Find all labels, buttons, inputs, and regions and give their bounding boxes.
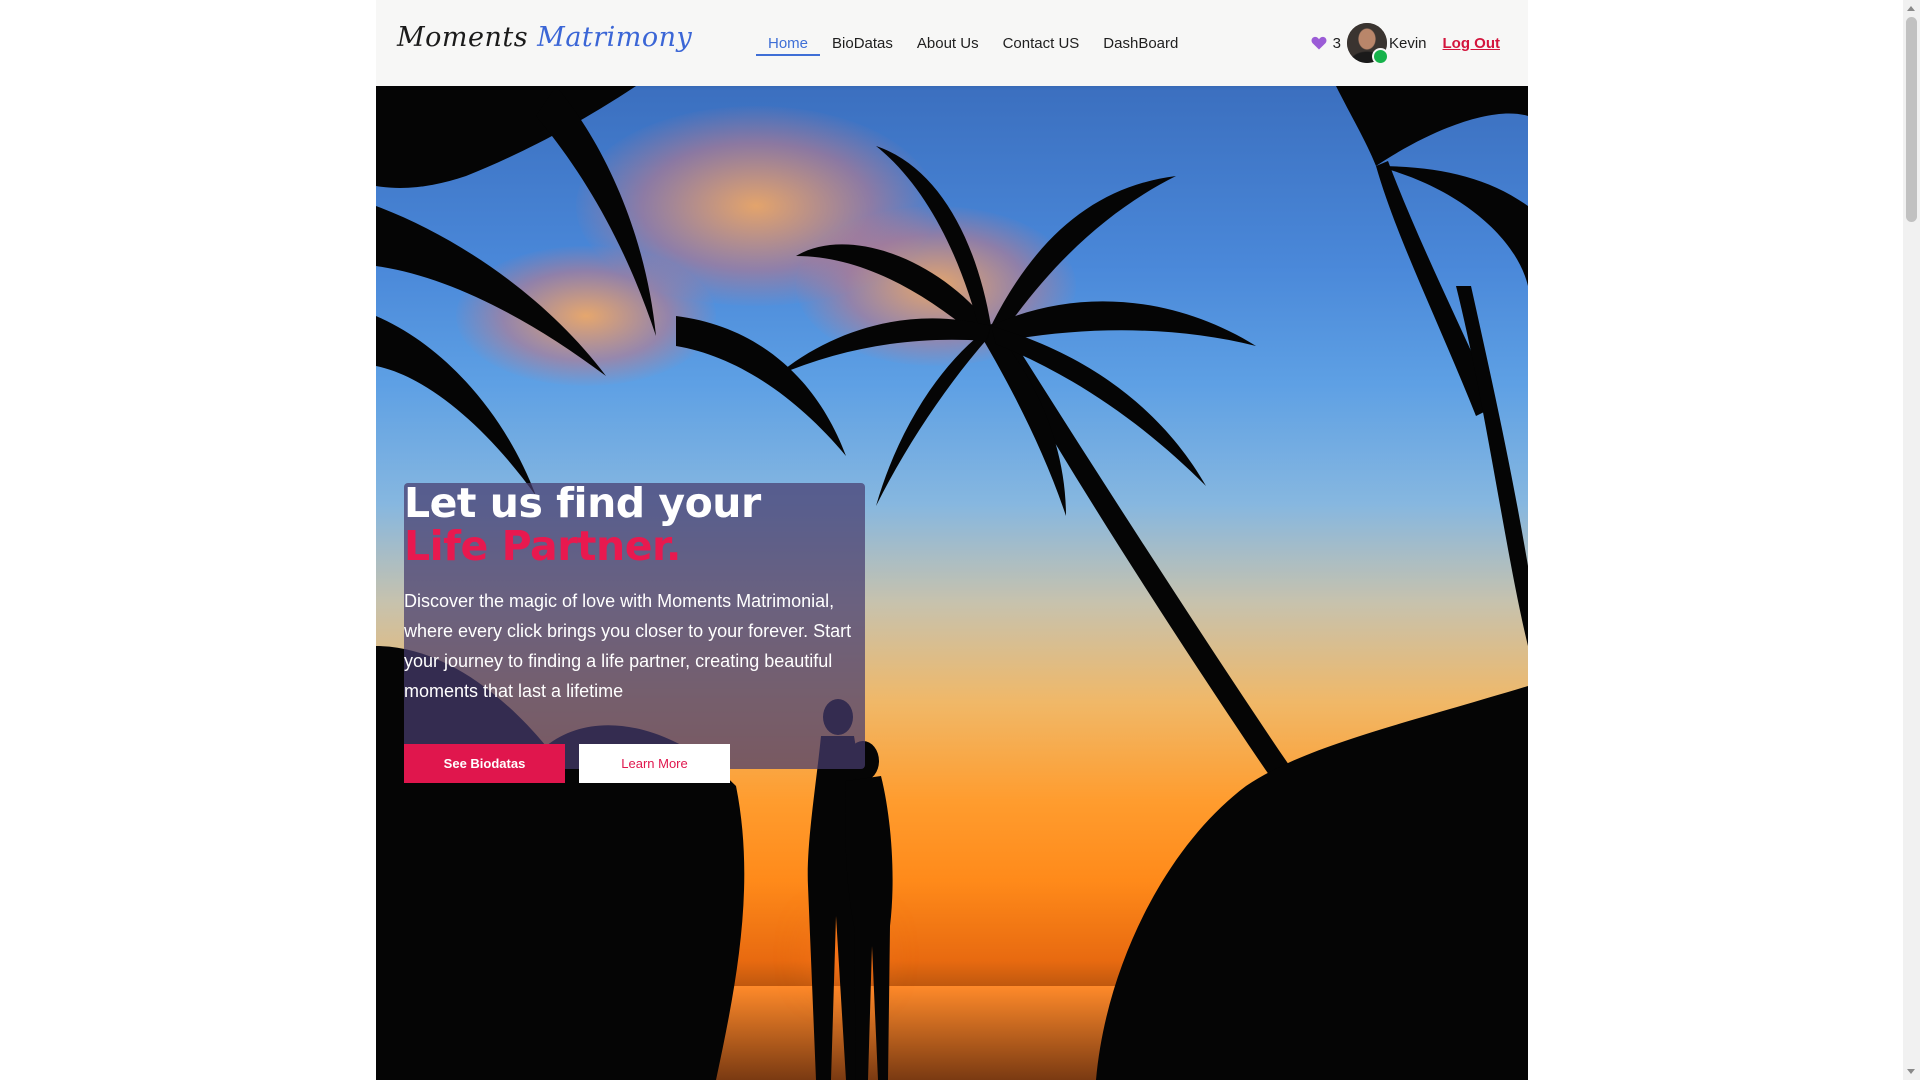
- hero-banner: Let us find your Life Partner. Discover …: [376, 86, 1528, 1080]
- main-nav: Home BioDatas About Us Contact US DashBo…: [756, 0, 1190, 86]
- username: Kevin: [1388, 34, 1427, 52]
- page: Moments Matrimony Home BioDatas About Us…: [376, 0, 1528, 1080]
- see-biodatas-button[interactable]: See Biodatas: [404, 744, 565, 783]
- online-status-dot: [1371, 48, 1389, 65]
- heart-icon: [1311, 36, 1327, 50]
- logo-text-part2: Matrimony: [537, 22, 693, 53]
- nav-link-biodatas[interactable]: BioDatas: [820, 0, 905, 86]
- hero-title: Let us find your Life Partner.: [404, 482, 874, 568]
- logout-link[interactable]: Log Out: [1443, 35, 1500, 52]
- favorites-indicator[interactable]: 3: [1311, 35, 1341, 52]
- nav-link-contact-us[interactable]: Contact US: [991, 0, 1092, 86]
- site-logo[interactable]: Moments Matrimony: [397, 22, 692, 53]
- hero-title-line2: Life Partner.: [404, 522, 681, 570]
- hero-buttons: See Biodatas Learn More: [404, 744, 874, 783]
- page-scrollbar[interactable]: [1903, 0, 1920, 1080]
- scrollbar-thumb[interactable]: [1906, 17, 1917, 222]
- nav-link-about-us[interactable]: About Us: [905, 0, 991, 86]
- nav-link-dashboard[interactable]: DashBoard: [1091, 0, 1190, 86]
- hero-content: Let us find your Life Partner. Discover …: [404, 482, 874, 783]
- hero-title-line1: Let us find your: [404, 479, 761, 527]
- navbar: Moments Matrimony Home BioDatas About Us…: [376, 0, 1528, 86]
- avatar[interactable]: [1346, 23, 1389, 65]
- favorites-count: 3: [1332, 34, 1341, 52]
- hero-description: Discover the magic of love with Moments …: [404, 591, 852, 701]
- learn-more-button[interactable]: Learn More: [579, 744, 730, 783]
- nav-link-home[interactable]: Home: [756, 0, 821, 86]
- user-area: 3 Kevin Log Out: [1311, 0, 1500, 86]
- scroll-down-arrow-icon[interactable]: [1907, 1069, 1915, 1074]
- scroll-up-arrow-icon[interactable]: [1907, 6, 1915, 11]
- logo-text-part1: Moments: [397, 22, 529, 53]
